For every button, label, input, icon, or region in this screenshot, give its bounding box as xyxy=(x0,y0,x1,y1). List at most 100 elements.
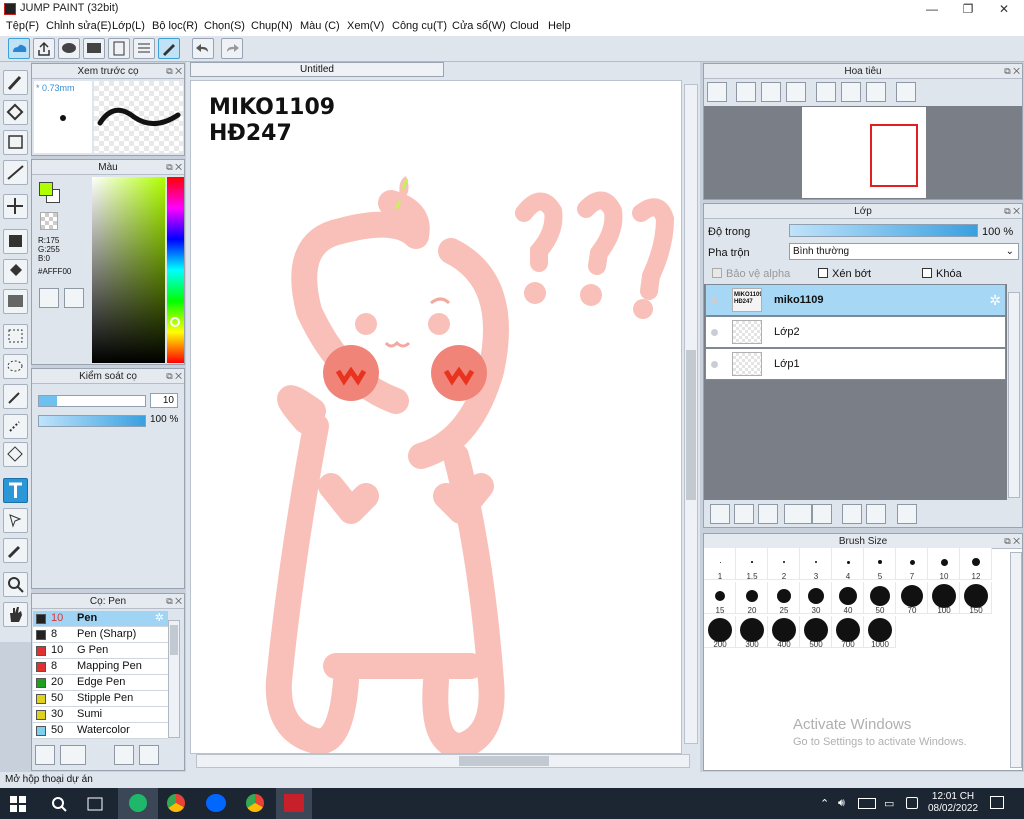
brush-size-cell[interactable]: 1 xyxy=(704,548,736,581)
zoom-in-plus-icon[interactable] xyxy=(736,82,756,102)
brush-size-cell[interactable]: 30 xyxy=(800,582,832,615)
menu-edit[interactable]: Chỉnh sửa(E) xyxy=(46,20,111,32)
brush-size-cell[interactable]: 20 xyxy=(736,582,768,615)
hue-slider[interactable] xyxy=(167,177,184,363)
maximize-button[interactable]: ❐ xyxy=(950,0,986,18)
hand-tool-icon[interactable] xyxy=(3,602,28,627)
select-eraser-tool-icon[interactable] xyxy=(3,442,28,467)
keyboard-icon[interactable] xyxy=(858,798,876,809)
protect-alpha-checkbox[interactable] xyxy=(712,268,722,278)
new-text-layer-icon[interactable] xyxy=(758,504,778,524)
lasso-tool-icon[interactable] xyxy=(3,354,28,379)
comment-icon[interactable] xyxy=(58,38,80,59)
brush-item-watercolor[interactable]: 50 Watercolor xyxy=(33,723,168,739)
zoom-out-icon[interactable] xyxy=(786,82,806,102)
brush-size-cell[interactable]: 700 xyxy=(832,616,864,649)
new-layer-icon[interactable] xyxy=(710,504,730,524)
menu-tools[interactable]: Công cụ(T) xyxy=(392,20,447,32)
onedrive-icon[interactable] xyxy=(906,797,918,809)
brush-size-cell[interactable]: 10 xyxy=(928,548,960,581)
brush-menu-icon[interactable] xyxy=(60,745,86,765)
rectangle-tool-icon[interactable] xyxy=(3,130,28,155)
volume-icon[interactable]: 🔊︎ xyxy=(838,797,845,810)
minimize-button[interactable]: — xyxy=(914,0,950,18)
layer-settings-icon[interactable]: ✲ xyxy=(989,292,1001,309)
rotate-left-icon[interactable] xyxy=(816,82,836,102)
add-layer-menu-icon[interactable] xyxy=(784,504,812,524)
brush-opacity-slider[interactable] xyxy=(38,415,146,427)
hue-handle[interactable] xyxy=(170,317,180,327)
gradient-tool-icon[interactable] xyxy=(3,289,28,314)
zoom-in-icon[interactable] xyxy=(707,82,727,102)
brush-size-cell[interactable]: 200 xyxy=(704,616,736,649)
layer-opacity-slider[interactable] xyxy=(789,224,978,237)
brush-size-cell[interactable]: 3 xyxy=(800,548,832,581)
blend-mode-select[interactable]: Bình thường ⌄ xyxy=(789,243,1019,260)
fill-rect-tool-icon[interactable] xyxy=(3,229,28,254)
brush-item-stipple-pen[interactable]: 50 Stipple Pen xyxy=(33,691,168,707)
brush-size-cell[interactable]: 12 xyxy=(960,548,992,581)
layer-folder-icon[interactable] xyxy=(812,504,832,524)
document-tab[interactable]: Untitled xyxy=(190,62,444,77)
tray-chevron-icon[interactable]: ⌃ xyxy=(820,797,829,810)
actual-size-icon[interactable] xyxy=(841,82,861,102)
brush-size-cell[interactable]: 1.5 xyxy=(736,548,768,581)
network-icon[interactable]: ▭ xyxy=(884,797,894,810)
brush-item-edge-pen[interactable]: 20 Edge Pen xyxy=(33,675,168,691)
menu-filter[interactable]: Bộ lọc(R) xyxy=(152,20,198,32)
brush-size-cell[interactable]: 500 xyxy=(800,616,832,649)
clipping-checkbox[interactable] xyxy=(818,268,828,278)
task-view-icon[interactable] xyxy=(86,796,104,812)
brush-settings-icon[interactable]: ✲ xyxy=(155,611,164,626)
fit-icon[interactable] xyxy=(761,82,781,102)
magic-wand-tool-icon[interactable] xyxy=(3,384,28,409)
brush-copy-icon[interactable] xyxy=(114,745,134,765)
line-tool-icon[interactable] xyxy=(3,160,28,185)
delete-layer-icon[interactable] xyxy=(897,504,917,524)
menu-help[interactable]: Help xyxy=(548,20,571,32)
navigator-viewport[interactable] xyxy=(870,124,918,187)
brush-size-input[interactable]: 10 xyxy=(150,393,178,408)
taskbar-clock[interactable]: 12:01 CH 08/02/2022 xyxy=(928,791,978,815)
message-icon[interactable] xyxy=(83,38,105,59)
edit-icon[interactable] xyxy=(158,38,180,59)
undo-icon[interactable] xyxy=(192,38,214,59)
redo-icon[interactable] xyxy=(221,38,243,59)
saturation-value-picker[interactable] xyxy=(92,177,165,363)
panel-float-icon[interactable]: ⧉ ✕ xyxy=(166,66,182,76)
layer-row-lop2[interactable]: Lớp2 xyxy=(705,316,1006,348)
panel-float-icon[interactable]: ⧉ ✕ xyxy=(166,371,182,381)
brush-size-cell[interactable]: 40 xyxy=(832,582,864,615)
menu-color[interactable]: Màu (C) xyxy=(300,20,340,32)
panel-float-icon[interactable]: ⧉ ✕ xyxy=(1004,206,1020,216)
close-button[interactable]: ✕ xyxy=(986,0,1022,18)
menu-file[interactable]: Tệp(F) xyxy=(6,20,39,32)
eraser-tool-icon[interactable] xyxy=(3,100,28,125)
zoom-tool-icon[interactable] xyxy=(3,572,28,597)
visibility-icon[interactable] xyxy=(711,329,718,336)
transparent-swatch[interactable] xyxy=(40,212,58,230)
search-icon[interactable] xyxy=(50,795,68,813)
menu-view[interactable]: Xem(V) xyxy=(347,20,384,32)
brush-size-cell[interactable]: 300 xyxy=(736,616,768,649)
layer-row-miko1109[interactable]: MIKO1109 HĐ247 miko1109 ✲ xyxy=(705,284,1006,316)
brush-item-pen[interactable]: 10 Pen ✲ xyxy=(33,611,168,627)
menu-capture[interactable]: Chụp(N) xyxy=(251,20,293,32)
menu-select[interactable]: Chọn(S) xyxy=(204,20,245,32)
palette-settings-icon[interactable] xyxy=(64,288,84,308)
visibility-icon[interactable] xyxy=(711,361,718,368)
bucket-tool-icon[interactable] xyxy=(3,259,28,284)
flip-icon[interactable] xyxy=(896,82,916,102)
brush-size-cell[interactable]: 400 xyxy=(768,616,800,649)
palette-icon[interactable] xyxy=(39,288,59,308)
navigator-thumbnail[interactable] xyxy=(802,107,926,198)
panel-float-icon[interactable]: ⧉ ✕ xyxy=(1004,536,1020,546)
brush-size-cell[interactable]: 2 xyxy=(768,548,800,581)
brush-folder-icon[interactable] xyxy=(139,745,159,765)
eyedropper-tool-icon[interactable] xyxy=(3,538,28,563)
rotate-right-icon[interactable] xyxy=(866,82,886,102)
panel-float-icon[interactable]: ⧉ ✕ xyxy=(166,596,182,606)
menu-window[interactable]: Cửa sổ(W) xyxy=(452,20,506,32)
layer-row-lop1[interactable]: Lớp1 xyxy=(705,348,1006,380)
brush-size-cell[interactable]: 1000 xyxy=(864,616,896,649)
